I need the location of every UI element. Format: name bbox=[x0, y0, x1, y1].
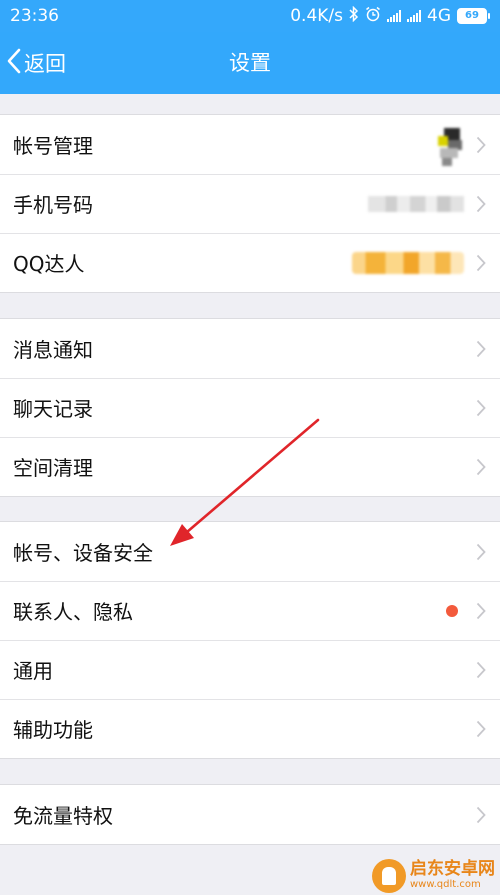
chevron-right-icon bbox=[476, 195, 486, 213]
row-contacts-privacy[interactable]: 联系人、隐私 bbox=[0, 581, 500, 640]
row-label: 空间清理 bbox=[13, 456, 93, 480]
row-label: QQ达人 bbox=[13, 252, 85, 276]
settings-group-data: 免流量特权 bbox=[0, 784, 500, 845]
chevron-right-icon bbox=[476, 136, 486, 154]
chevron-right-icon bbox=[476, 458, 486, 476]
chevron-right-icon bbox=[476, 543, 486, 561]
chevron-right-icon bbox=[476, 720, 486, 738]
watermark-url: www.qdlt.com bbox=[410, 879, 481, 890]
row-account-device-security[interactable]: 帐号、设备安全 bbox=[0, 522, 500, 581]
chevron-right-icon bbox=[476, 399, 486, 417]
row-message-notifications[interactable]: 消息通知 bbox=[0, 319, 500, 378]
watermark: 启东安卓网 www.qdlt.com bbox=[372, 856, 500, 895]
notification-dot bbox=[446, 604, 458, 617]
row-label: 消息通知 bbox=[13, 338, 93, 362]
row-phone-number[interactable]: 手机号码 bbox=[0, 174, 500, 233]
row-label: 通用 bbox=[13, 659, 53, 683]
row-label: 免流量特权 bbox=[13, 804, 113, 828]
alarm-icon bbox=[365, 6, 381, 27]
status-time: 23:36 bbox=[10, 6, 59, 26]
row-accessibility[interactable]: 辅助功能 bbox=[0, 699, 500, 758]
row-label: 帐号管理 bbox=[13, 134, 93, 158]
phone-number-redacted bbox=[368, 195, 464, 212]
battery-level: 69 bbox=[457, 8, 487, 24]
watermark-text: 启东安卓网 www.qdlt.com bbox=[410, 861, 495, 890]
chevron-right-icon bbox=[476, 661, 486, 679]
settings-group-messages: 消息通知 聊天记录 空间清理 bbox=[0, 318, 500, 497]
watermark-name: 启东安卓网 bbox=[410, 859, 495, 879]
qq-expert-badge-redacted bbox=[352, 251, 464, 274]
network-type: 4G bbox=[427, 6, 451, 26]
bluetooth-icon bbox=[349, 5, 359, 27]
row-qq-expert[interactable]: QQ达人 bbox=[0, 233, 500, 292]
nav-bar: 返回 设置 bbox=[0, 32, 500, 94]
settings-group-account: 帐号管理 手机号码 QQ达人 bbox=[0, 114, 500, 293]
row-label: 聊天记录 bbox=[13, 397, 93, 421]
status-bar: 23:36 0.4K/s 4G 69 bbox=[0, 0, 500, 32]
row-label: 辅助功能 bbox=[13, 718, 93, 742]
row-storage-cleanup[interactable]: 空间清理 bbox=[0, 437, 500, 496]
row-account-management[interactable]: 帐号管理 bbox=[0, 115, 500, 174]
row-label: 联系人、隐私 bbox=[13, 600, 133, 624]
chevron-right-icon bbox=[476, 602, 486, 620]
battery-icon: 69 bbox=[457, 8, 490, 24]
signal-icon bbox=[387, 10, 401, 22]
settings-group-security: 帐号、设备安全 联系人、隐私 通用 辅助功能 bbox=[0, 521, 500, 759]
watermark-logo-icon bbox=[372, 858, 406, 893]
row-free-data-privilege[interactable]: 免流量特权 bbox=[0, 785, 500, 844]
row-general[interactable]: 通用 bbox=[0, 640, 500, 699]
signal-icon-2 bbox=[407, 10, 421, 22]
chevron-right-icon bbox=[476, 340, 486, 358]
chevron-right-icon bbox=[476, 254, 486, 272]
row-label: 帐号、设备安全 bbox=[13, 541, 153, 565]
network-speed: 0.4K/s bbox=[290, 6, 343, 26]
page-title: 设置 bbox=[229, 51, 271, 75]
status-right: 0.4K/s 4G 69 bbox=[290, 5, 490, 27]
row-chat-history[interactable]: 聊天记录 bbox=[0, 378, 500, 437]
avatar bbox=[434, 122, 466, 168]
row-label: 手机号码 bbox=[13, 193, 93, 217]
chevron-right-icon bbox=[476, 806, 486, 824]
